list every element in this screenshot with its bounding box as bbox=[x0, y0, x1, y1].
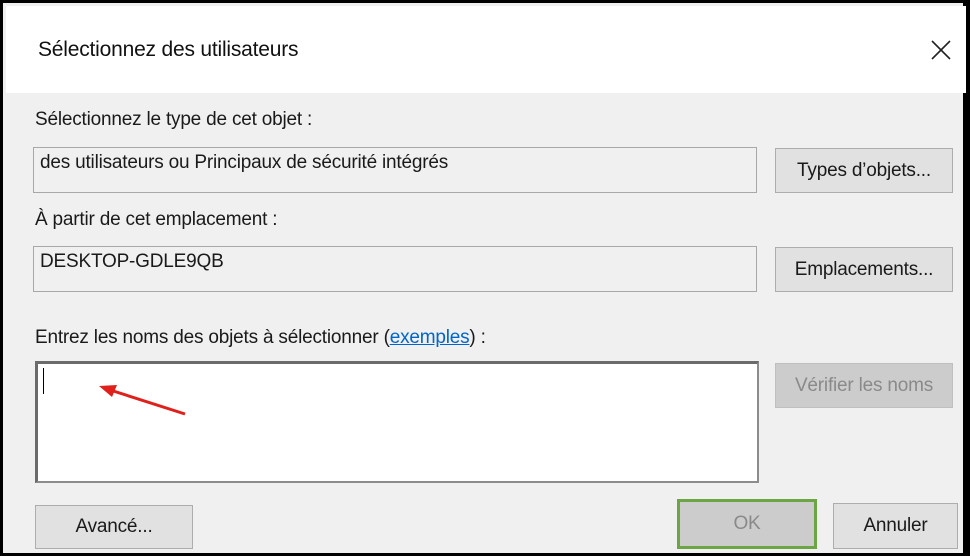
red-arrow-icon bbox=[99, 385, 186, 416]
cancel-button[interactable]: Annuler bbox=[833, 503, 958, 549]
check-names-button[interactable]: Vérifier les noms bbox=[775, 363, 953, 408]
location-field: DESKTOP-GDLE9QB bbox=[33, 246, 757, 292]
close-button[interactable] bbox=[916, 28, 966, 72]
object-names-label-suffix: ) : bbox=[469, 327, 486, 348]
object-type-field: des utilisateurs ou Principaux de sécuri… bbox=[33, 147, 757, 193]
dialog-window: Sélectionnez des utilisateurs Sélectionn… bbox=[0, 0, 970, 556]
object-names-label: Entrez les noms des objets à sélectionne… bbox=[35, 327, 486, 349]
dialog-title: Sélectionnez des utilisateurs bbox=[38, 38, 299, 61]
object-types-button[interactable]: Types d’objets... bbox=[775, 148, 953, 193]
ok-button[interactable]: OK bbox=[677, 499, 817, 549]
locations-button[interactable]: Emplacements... bbox=[775, 247, 953, 292]
location-label: À partir de cet emplacement : bbox=[35, 209, 278, 230]
examples-link[interactable]: exemples bbox=[390, 327, 470, 348]
title-bar: Sélectionnez des utilisateurs bbox=[6, 6, 966, 93]
object-names-input[interactable] bbox=[35, 361, 759, 483]
close-icon bbox=[931, 40, 951, 60]
text-caret bbox=[43, 368, 44, 394]
advanced-button[interactable]: Avancé... bbox=[35, 505, 193, 549]
object-names-label-text: Entrez les noms des objets à sélectionne… bbox=[35, 327, 390, 348]
object-type-label: Sélectionnez le type de cet objet : bbox=[35, 109, 313, 130]
